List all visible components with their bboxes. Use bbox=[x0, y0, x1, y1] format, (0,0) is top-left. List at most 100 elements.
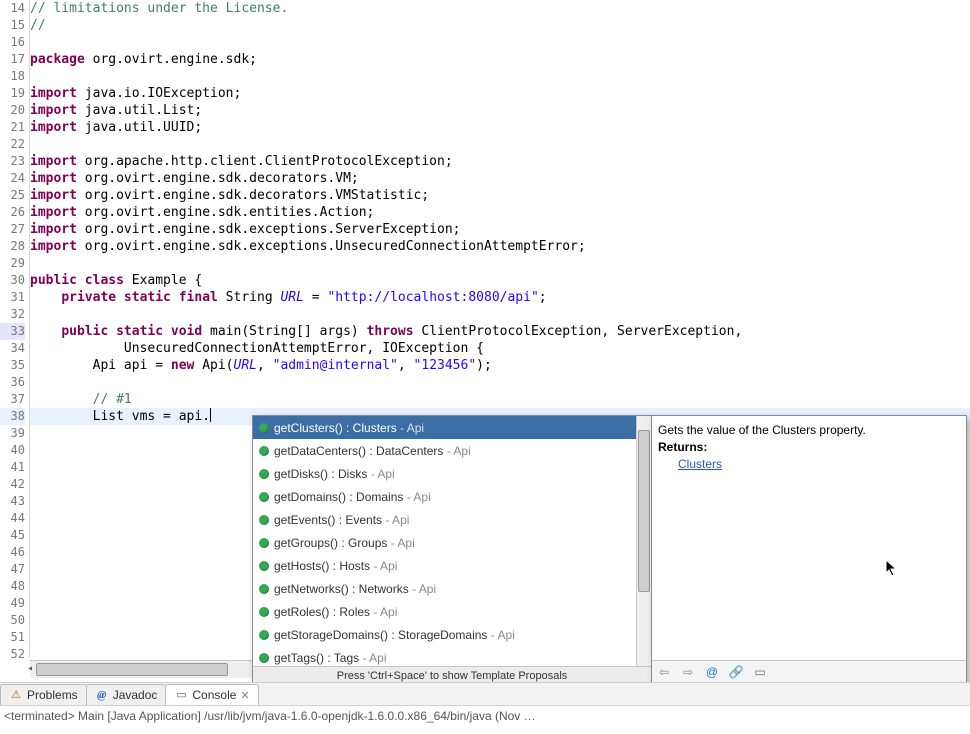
forward-icon[interactable]: ⇨ bbox=[680, 664, 696, 680]
code-line[interactable] bbox=[30, 255, 970, 272]
method-public-icon bbox=[256, 604, 272, 620]
popup-scroll-thumb[interactable] bbox=[638, 430, 650, 592]
line-number: 16 bbox=[0, 34, 25, 51]
code-line[interactable]: import org.ovirt.engine.sdk.decorators.V… bbox=[30, 170, 970, 187]
content-assist-signature: getRoles() : Roles - Api bbox=[274, 605, 397, 619]
line-number: 38 bbox=[0, 408, 25, 425]
content-assist-item[interactable]: getTags() : Tags - Api bbox=[253, 646, 637, 667]
code-line[interactable] bbox=[30, 306, 970, 323]
line-number: 47 bbox=[0, 561, 25, 578]
content-assist-item[interactable]: getDataCenters() : DataCenters - Api bbox=[253, 439, 637, 462]
line-number: 36 bbox=[0, 374, 25, 391]
code-line[interactable] bbox=[30, 34, 970, 51]
content-assist-item[interactable]: getGroups() : Groups - Api bbox=[253, 531, 637, 554]
line-number: 25 bbox=[0, 187, 25, 204]
code-line[interactable]: UnsecuredConnectionAttemptError, IOExcep… bbox=[30, 340, 970, 357]
tab-problems[interactable]: ⚠ Problems bbox=[0, 684, 87, 705]
content-assist-item[interactable]: getDisks() : Disks - Api bbox=[253, 462, 637, 485]
line-number: 35 bbox=[0, 357, 25, 374]
code-line[interactable]: import java.io.IOException; bbox=[30, 85, 970, 102]
code-line[interactable]: import java.util.List; bbox=[30, 102, 970, 119]
method-public-icon bbox=[256, 420, 272, 436]
line-number: 20 bbox=[0, 102, 25, 119]
method-public-icon bbox=[256, 535, 272, 551]
content-assist-item[interactable]: getRoles() : Roles - Api bbox=[253, 600, 637, 623]
line-number: 32 bbox=[0, 306, 25, 323]
line-number: 34 bbox=[0, 340, 25, 357]
content-assist-item[interactable]: getClusters() : Clusters - Api bbox=[253, 416, 637, 439]
javadoc-returns-label: Returns: bbox=[658, 440, 707, 454]
content-assist-signature: getHosts() : Hosts - Api bbox=[274, 559, 397, 573]
method-public-icon bbox=[256, 558, 272, 574]
bottom-view-tabs[interactable]: ⚠ Problems @ Javadoc ▭ Console ✕ bbox=[0, 682, 970, 706]
content-assist-signature: getDomains() : Domains - Api bbox=[274, 490, 431, 504]
code-line[interactable]: import org.ovirt.engine.sdk.decorators.V… bbox=[30, 187, 970, 204]
code-line[interactable] bbox=[30, 136, 970, 153]
content-assist-popup[interactable]: getClusters() : Clusters - Api getDataCen… bbox=[252, 415, 652, 686]
line-number: 50 bbox=[0, 612, 25, 629]
code-line[interactable]: import org.apache.http.client.ClientProt… bbox=[30, 153, 970, 170]
line-number: 28 bbox=[0, 238, 25, 255]
content-assist-item[interactable]: getHosts() : Hosts - Api bbox=[253, 554, 637, 577]
content-assist-item[interactable]: getNetworks() : Networks - Api bbox=[253, 577, 637, 600]
method-public-icon bbox=[256, 581, 272, 597]
line-number-gutter: 1415161718192021222324252627282930313233… bbox=[0, 0, 30, 658]
line-number: 41 bbox=[0, 459, 25, 476]
open-declaration-icon[interactable]: ▭ bbox=[752, 664, 768, 680]
scroll-thumb[interactable] bbox=[36, 663, 228, 676]
tab-console[interactable]: ▭ Console ✕ bbox=[165, 684, 258, 705]
code-line[interactable]: import org.ovirt.engine.sdk.exceptions.U… bbox=[30, 238, 970, 255]
line-number: 14 bbox=[0, 0, 25, 17]
code-line[interactable] bbox=[30, 374, 970, 391]
tab-javadoc[interactable]: @ Javadoc bbox=[86, 684, 167, 705]
content-assist-item[interactable]: getDomains() : Domains - Api bbox=[253, 485, 637, 508]
scroll-left-icon[interactable]: ◂ bbox=[24, 663, 36, 675]
code-line[interactable]: private static final String URL = "http:… bbox=[30, 289, 970, 306]
popup-vertical-scrollbar[interactable] bbox=[636, 416, 651, 667]
code-line[interactable]: // #1 bbox=[30, 391, 970, 408]
content-assist-signature: getDisks() : Disks - Api bbox=[274, 467, 395, 481]
javadoc-returns-link[interactable]: Clusters bbox=[678, 457, 722, 471]
content-assist-signature: getGroups() : Groups - Api bbox=[274, 536, 415, 550]
open-attached-javadoc-icon[interactable]: 🔗 bbox=[728, 664, 744, 680]
method-public-icon bbox=[256, 650, 272, 666]
line-number: 19 bbox=[0, 85, 25, 102]
content-assist-list[interactable]: getClusters() : Clusters - Api getDataCen… bbox=[253, 416, 637, 667]
line-number: 27 bbox=[0, 221, 25, 238]
line-number: 40 bbox=[0, 442, 25, 459]
content-assist-signature: getTags() : Tags - Api bbox=[274, 651, 387, 665]
code-line[interactable]: import org.ovirt.engine.sdk.entities.Act… bbox=[30, 204, 970, 221]
javadoc-description: Gets the value of the Clusters property. bbox=[658, 423, 866, 437]
code-line[interactable]: // bbox=[30, 17, 970, 34]
back-icon[interactable]: ⇦ bbox=[656, 664, 672, 680]
console-terminated-line: <terminated> Main [Java Application] /us… bbox=[0, 706, 970, 734]
code-line[interactable]: package org.ovirt.engine.sdk; bbox=[30, 51, 970, 68]
code-line[interactable] bbox=[30, 68, 970, 85]
code-line[interactable]: public static void main(String[] args) t… bbox=[30, 323, 970, 340]
content-assist-item[interactable]: getStorageDomains() : StorageDomains - A… bbox=[253, 623, 637, 646]
content-assist-signature: getClusters() : Clusters - Api bbox=[274, 421, 424, 435]
content-assist-signature: getNetworks() : Networks - Api bbox=[274, 582, 436, 596]
line-number: 44 bbox=[0, 510, 25, 527]
line-number: 39 bbox=[0, 425, 25, 442]
javadoc-body: Gets the value of the Clusters property.… bbox=[652, 416, 966, 661]
warning-icon: ⚠ bbox=[9, 688, 23, 702]
line-number: 21 bbox=[0, 119, 25, 136]
line-number: 48 bbox=[0, 578, 25, 595]
content-assist-signature: getEvents() : Events - Api bbox=[274, 513, 409, 527]
line-number: 37 bbox=[0, 391, 25, 408]
line-number: 52 bbox=[0, 646, 25, 663]
code-line[interactable]: Api api = new Api(URL, "admin@internal",… bbox=[30, 357, 970, 374]
line-number: 18 bbox=[0, 68, 25, 85]
close-icon[interactable]: ✕ bbox=[240, 689, 249, 702]
show-in-javadoc-view-icon[interactable]: @ bbox=[704, 664, 720, 680]
javadoc-icon: @ bbox=[95, 688, 109, 702]
content-assist-item[interactable]: getEvents() : Events - Api bbox=[253, 508, 637, 531]
line-number: 49 bbox=[0, 595, 25, 612]
method-public-icon bbox=[256, 466, 272, 482]
code-line[interactable]: import java.util.UUID; bbox=[30, 119, 970, 136]
code-line[interactable]: // limitations under the License. bbox=[30, 0, 970, 17]
code-line[interactable]: import org.ovirt.engine.sdk.exceptions.S… bbox=[30, 221, 970, 238]
line-number: 51 bbox=[0, 629, 25, 646]
code-line[interactable]: public class Example { bbox=[30, 272, 970, 289]
